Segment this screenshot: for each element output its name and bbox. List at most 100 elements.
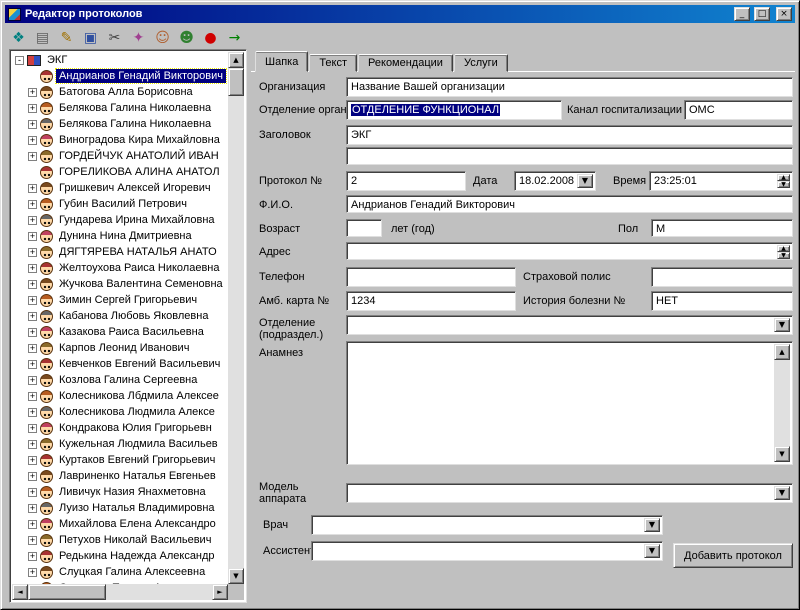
tree-item[interactable]: +Кевченков Евгений Васильевич: [12, 356, 228, 372]
expand-icon[interactable]: +: [28, 248, 37, 257]
expand-icon[interactable]: +: [28, 552, 37, 561]
tree-item[interactable]: +Желтоухова Раиса Николаевна: [12, 260, 228, 276]
tree-horizontal-scrollbar[interactable]: ◄ ►: [12, 584, 228, 600]
tree-vertical-scrollbar[interactable]: ▲ ▼: [228, 52, 244, 584]
scroll-down-icon[interactable]: ▼: [774, 446, 790, 462]
edit-protocol-icon[interactable]: ✎: [56, 27, 77, 48]
scroll-up-icon[interactable]: ▲: [774, 344, 790, 360]
scrollbar-thumb[interactable]: [228, 68, 244, 96]
expand-icon[interactable]: +: [28, 296, 37, 305]
device-combobox[interactable]: ▼: [346, 483, 793, 503]
copy-icon[interactable]: ▣: [80, 27, 101, 48]
assistant-combobox[interactable]: ▼: [311, 541, 663, 561]
expand-icon[interactable]: +: [28, 568, 37, 577]
tree-item[interactable]: +Слуцкая Галина Алексеевна: [12, 564, 228, 580]
tree-item[interactable]: +Ливичук Назия Янахметовна: [12, 484, 228, 500]
tree-item[interactable]: +Кондракова Юлия Григорьевн: [12, 420, 228, 436]
expand-icon[interactable]: +: [28, 216, 37, 225]
spin-down-icon[interactable]: ▼: [777, 252, 790, 259]
expand-icon[interactable]: +: [28, 408, 37, 417]
anamnesis-textarea[interactable]: ▲ ▼: [346, 341, 793, 465]
tree-item[interactable]: +Петухов Николай Васильевич: [12, 532, 228, 548]
expand-icon[interactable]: +: [28, 120, 37, 129]
print-icon[interactable]: ▤: [32, 27, 53, 48]
expand-icon[interactable]: +: [28, 104, 37, 113]
expand-icon[interactable]: +: [28, 360, 37, 369]
scrollbar-thumb[interactable]: [28, 584, 106, 600]
tree-item[interactable]: +Кабанова Любовь Яковлевна: [12, 308, 228, 324]
tab-tekst[interactable]: Текст: [309, 54, 357, 72]
tree-item[interactable]: +Михайлова Елена Александро: [12, 516, 228, 532]
tree-item[interactable]: +Куртаков Евгений Григорьевич: [12, 452, 228, 468]
expand-icon[interactable]: +: [28, 88, 37, 97]
expand-icon[interactable]: +: [28, 328, 37, 337]
cut-icon[interactable]: ✂: [104, 27, 125, 48]
expand-icon[interactable]: +: [28, 488, 37, 497]
expand-icon[interactable]: +: [28, 232, 37, 241]
tree-item[interactable]: Андрианов Генадий Викторович: [12, 68, 228, 84]
expand-icon[interactable]: +: [28, 440, 37, 449]
department-field[interactable]: ОТДЕЛЕНИЕ ФУНКЦИОНАЛ: [346, 100, 562, 120]
expand-icon[interactable]: +: [28, 136, 37, 145]
spin-down-icon[interactable]: ▼: [777, 181, 790, 188]
patient-icon[interactable]: ☺: [152, 27, 173, 48]
scroll-down-icon[interactable]: ▼: [228, 568, 244, 584]
protocol-number-field[interactable]: 2: [346, 171, 466, 191]
maximize-button[interactable]: □: [754, 7, 770, 21]
policy-field[interactable]: [651, 267, 793, 287]
tree-item[interactable]: +Колесникова Лбдмила Алексее: [12, 388, 228, 404]
tree-item[interactable]: +Колесникова Людмила Алексе: [12, 404, 228, 420]
expand-icon[interactable]: +: [28, 152, 37, 161]
expand-icon[interactable]: +: [28, 184, 37, 193]
scroll-right-icon[interactable]: ►: [212, 584, 228, 600]
patients-group-icon[interactable]: ☻: [176, 27, 197, 48]
tab-shapka[interactable]: Шапка: [255, 51, 308, 72]
doctor-dropdown-icon[interactable]: ▼: [644, 518, 660, 532]
tree-item[interactable]: +Батогова Алла Борисовна: [12, 84, 228, 100]
time-field[interactable]: 23:25:01 ▲ ▼: [649, 171, 793, 191]
tree-item[interactable]: +Белякова Галина Николаевна: [12, 100, 228, 116]
tab-rekomendacii[interactable]: Рекомендации: [358, 54, 453, 72]
expand-icon[interactable]: +: [28, 536, 37, 545]
header2-field[interactable]: [346, 147, 793, 165]
scroll-up-icon[interactable]: ▲: [228, 52, 244, 68]
tree-item[interactable]: +Дунина Нина Дмитриевна: [12, 228, 228, 244]
amb-card-field[interactable]: 1234: [346, 291, 516, 311]
tree-root[interactable]: - ЭКГ: [12, 52, 228, 68]
collapse-icon[interactable]: -: [15, 56, 24, 65]
history-field[interactable]: НЕТ: [651, 291, 793, 311]
tree-item[interactable]: +Луизо Наталья Владимировна: [12, 500, 228, 516]
expand-icon[interactable]: +: [28, 312, 37, 321]
tree-item[interactable]: ГОРЕЛИКОВА АЛИНА АНАТОЛ: [12, 164, 228, 180]
tree-item[interactable]: +Губин Василий Петрович: [12, 196, 228, 212]
device-dropdown-icon[interactable]: ▼: [774, 486, 790, 500]
expand-icon[interactable]: +: [28, 456, 37, 465]
tree-item[interactable]: +ГОРДЕЙЧУК АНАТОЛИЙ ИВАН: [12, 148, 228, 164]
address-field[interactable]: ▲ ▼: [346, 242, 793, 260]
exit-icon[interactable]: →: [224, 27, 245, 48]
channel-field[interactable]: ОМС: [684, 100, 793, 120]
organization-field[interactable]: Название Вашей организации: [346, 77, 793, 97]
expand-icon[interactable]: +: [28, 472, 37, 481]
minimize-button[interactable]: _: [734, 7, 750, 21]
phone-field[interactable]: [346, 267, 516, 287]
globe-icon[interactable]: ❖: [8, 27, 29, 48]
header-field[interactable]: ЭКГ: [346, 125, 793, 145]
age-field[interactable]: [346, 219, 382, 237]
tree-item[interactable]: +Гришкевич Алексей Игоревич: [12, 180, 228, 196]
tree-item[interactable]: +Козлова Галина Сергеевна: [12, 372, 228, 388]
spin-up-icon[interactable]: ▲: [777, 245, 790, 252]
record-icon[interactable]: ●: [200, 27, 221, 48]
add-protocol-button[interactable]: Добавить протокол: [673, 543, 793, 568]
spin-up-icon[interactable]: ▲: [777, 174, 790, 181]
close-button[interactable]: ×: [776, 7, 792, 21]
sex-field[interactable]: М: [651, 219, 793, 237]
tree-item[interactable]: +Кужельная Людмила Васильев: [12, 436, 228, 452]
expand-icon[interactable]: +: [28, 376, 37, 385]
tree-item[interactable]: +Редькина Надежда Александр: [12, 548, 228, 564]
assistant-dropdown-icon[interactable]: ▼: [644, 544, 660, 558]
tree-item[interactable]: +Карпов Леонид Иванович: [12, 340, 228, 356]
tree-item[interactable]: +Казакова Раиса Васильевна: [12, 324, 228, 340]
tree-item[interactable]: +Виноградова Кира Михайловна: [12, 132, 228, 148]
tab-uslugi[interactable]: Услуги: [454, 54, 508, 72]
